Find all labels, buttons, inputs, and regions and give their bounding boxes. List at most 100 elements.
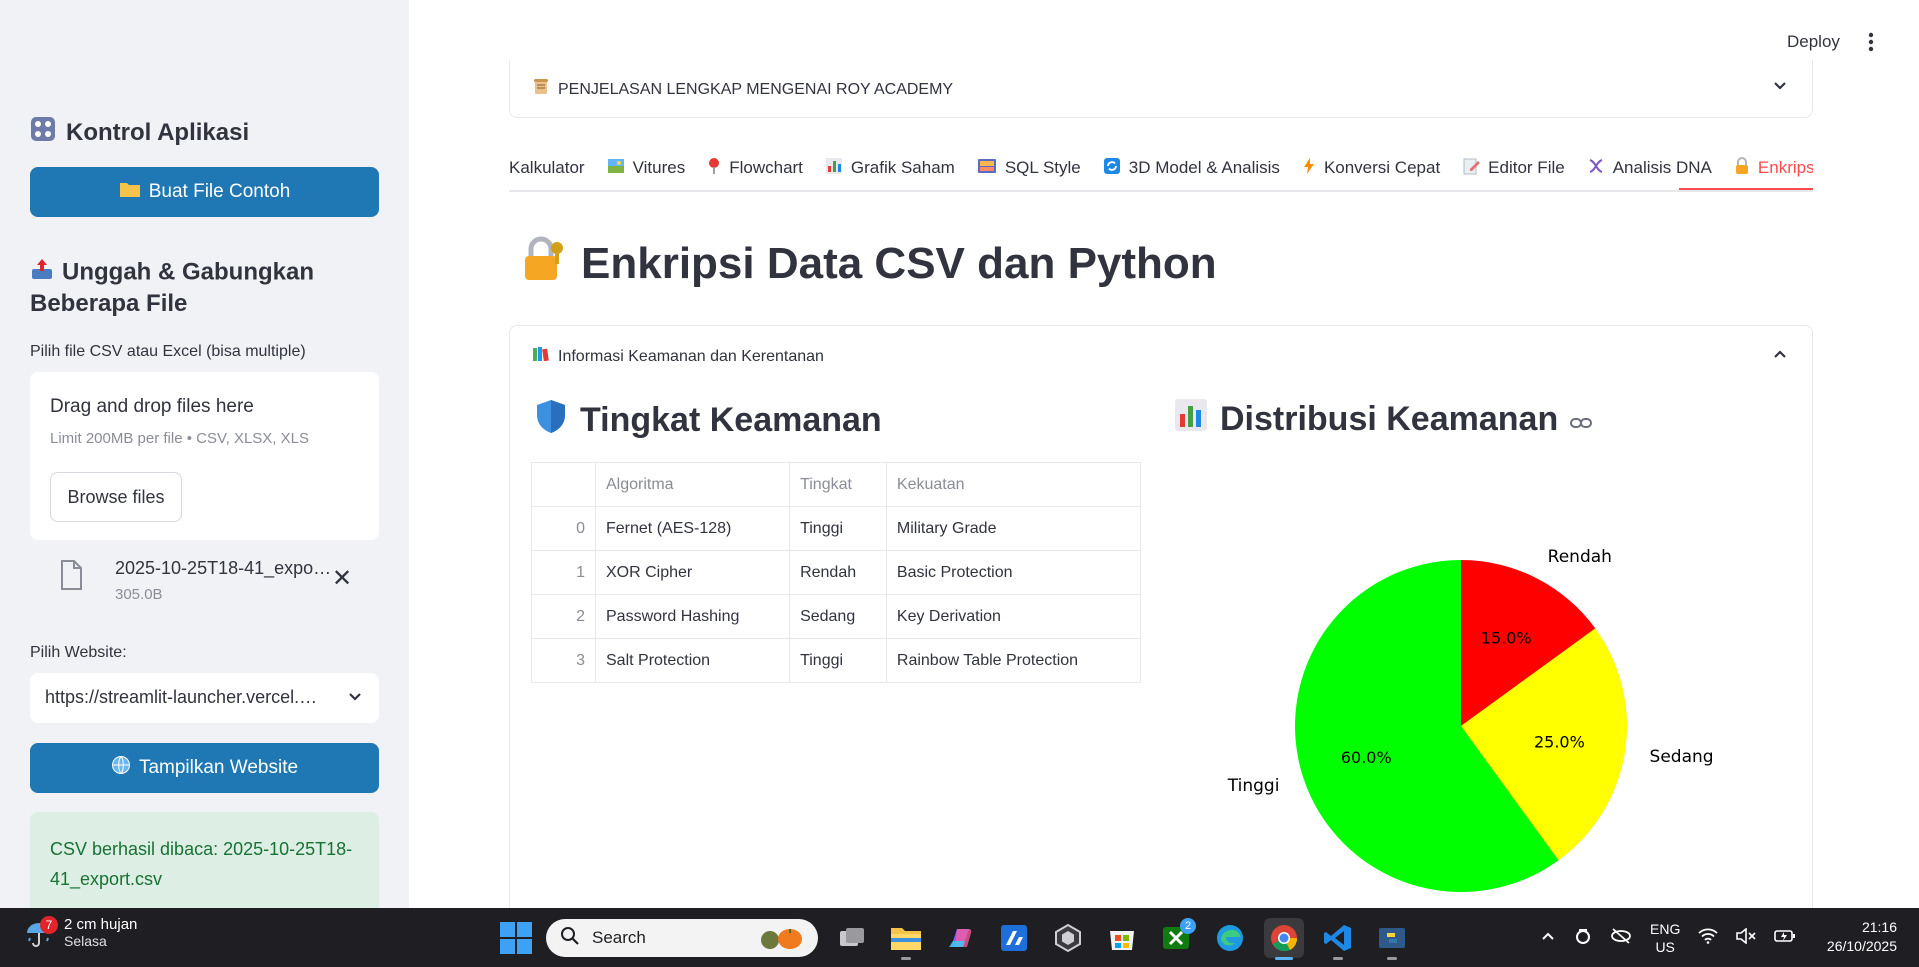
tab-label: Vitures bbox=[632, 158, 686, 177]
table-header-tingkat: Tingkat bbox=[789, 462, 887, 507]
tab-label: Konversi Cepat bbox=[1323, 158, 1441, 177]
edge-icon[interactable] bbox=[1210, 918, 1250, 958]
task-view-icon[interactable] bbox=[832, 918, 872, 958]
language-bottom: US bbox=[1655, 939, 1675, 955]
create-sample-label: Buat File Contoh bbox=[148, 181, 291, 202]
system-clock[interactable]: 21:16 26/10/2025 bbox=[1827, 918, 1897, 956]
python-icon[interactable] bbox=[1372, 918, 1412, 960]
distribution-heading-text: Distribusi Keamanan bbox=[1220, 400, 1559, 438]
security-info-expander: Informasi Keamanan dan Kerentanan Tingka… bbox=[509, 325, 1813, 908]
table-row: 2 Password Hashing Sedang Key Derivation bbox=[531, 594, 1142, 639]
tab-sql-style[interactable]: SQL Style bbox=[977, 154, 1081, 182]
tab-editor-file[interactable]: Editor File bbox=[1462, 154, 1565, 182]
chevron-up-icon[interactable] bbox=[1772, 346, 1788, 362]
table-cell: Password Hashing bbox=[594, 594, 791, 639]
scroll-icon bbox=[532, 78, 550, 101]
active-tab-underline bbox=[1679, 188, 1813, 190]
show-website-button[interactable]: Tampilkan Website bbox=[30, 743, 379, 793]
weather-widget[interactable]: 7 2 cm hujan Selasa bbox=[24, 915, 137, 949]
website-select-value: https://streamlit-launcher.vercel.app bbox=[45, 687, 325, 707]
table-cell: Key Derivation bbox=[885, 594, 1142, 639]
tab-label: Editor File bbox=[1488, 158, 1565, 177]
table-cell: Fernet (AES-128) bbox=[594, 506, 791, 551]
security-info-expander-header[interactable]: Informasi Keamanan dan Kerentanan bbox=[532, 346, 824, 367]
microsoft-store-icon[interactable] bbox=[1102, 918, 1142, 958]
clock-time: 21:16 bbox=[1861, 919, 1897, 935]
pie-pct-label: 15.0% bbox=[1481, 628, 1532, 647]
dropzone-limit: Limit 200MB per file • CSV, XLSX, XLS bbox=[50, 430, 309, 447]
link-icon[interactable] bbox=[1570, 400, 1593, 439]
upload-heading-line1: Unggah & Gabungkan bbox=[62, 258, 314, 286]
bar-chart-icon bbox=[825, 157, 843, 180]
table-cell: Salt Protection bbox=[594, 638, 791, 683]
table-cell: Military Grade bbox=[885, 506, 1142, 551]
roy-academy-expander[interactable]: PENJELASAN LENGKAP MENGENAI ROY ACADEMY bbox=[509, 60, 1813, 118]
copilot-icon[interactable] bbox=[940, 918, 980, 958]
tab-list: Kalkulator Vitures Flowchart Grafik Saham SQ… bbox=[509, 154, 1813, 182]
taskbar-apps: Search 2 bbox=[500, 918, 1412, 960]
unity-hub-icon[interactable] bbox=[1048, 918, 1088, 958]
running-indicator bbox=[1275, 957, 1293, 960]
chevron-down-icon bbox=[347, 689, 363, 705]
sidebar: Kontrol Aplikasi Buat File Contoh Unggah… bbox=[0, 0, 409, 908]
page-title-text: Enkripsi Data CSV dan Python bbox=[581, 238, 1217, 288]
wifi-icon[interactable] bbox=[1698, 928, 1718, 949]
pie-category-label: Rendah bbox=[1548, 547, 1612, 567]
table-row: 1 XOR Cipher Rendah Basic Protection bbox=[531, 550, 1142, 595]
azure-data-studio-icon[interactable] bbox=[994, 918, 1034, 958]
create-sample-button[interactable]: Buat File Contoh bbox=[30, 167, 379, 217]
memo-icon bbox=[1462, 157, 1481, 180]
tab-3d-model-analisis[interactable]: 3D Model & Analisis bbox=[1103, 154, 1280, 182]
table-header-index bbox=[531, 462, 596, 507]
chrome-icon[interactable] bbox=[1264, 918, 1304, 960]
website-select[interactable]: https://streamlit-launcher.vercel.app bbox=[30, 673, 379, 723]
clock-date: 26/10/2025 bbox=[1826, 938, 1897, 954]
table-row: 3 Salt Protection Tinggi Rainbow Table P… bbox=[531, 638, 1142, 683]
table-header-row: Algoritma Tingkat Kekuatan bbox=[531, 462, 1142, 507]
language-top: ENG bbox=[1650, 921, 1681, 937]
taskbar-search[interactable]: Search bbox=[546, 919, 818, 957]
control-heading: Kontrol Aplikasi bbox=[30, 116, 249, 150]
file-dropzone[interactable]: Drag and drop files here Limit 200MB per… bbox=[30, 372, 379, 540]
lock-with-key-icon bbox=[517, 234, 565, 293]
tab-konversi-cepat[interactable]: Konversi Cepat bbox=[1302, 154, 1440, 182]
show-website-label: Tampilkan Website bbox=[138, 757, 299, 778]
chevron-down-icon bbox=[1772, 78, 1788, 94]
volume-muted-icon[interactable] bbox=[1736, 926, 1756, 949]
table-cell: Rainbow Table Protection bbox=[885, 638, 1142, 683]
tab-bar: Kalkulator Vitures Flowchart Grafik Saham SQ… bbox=[509, 146, 1813, 192]
table-cell-index: 3 bbox=[531, 638, 596, 683]
tab-enkripsi-data[interactable]: Enkripsi Data bbox=[1734, 154, 1813, 182]
sync-icon[interactable] bbox=[1574, 927, 1592, 950]
books-icon bbox=[532, 346, 550, 367]
file-explorer-icon[interactable] bbox=[886, 918, 926, 960]
remove-file-close-icon[interactable]: ✕ bbox=[332, 564, 352, 593]
windows-start-icon[interactable] bbox=[500, 922, 532, 954]
tab-kalkulator[interactable]: Kalkulator bbox=[509, 154, 585, 182]
tab-flowchart[interactable]: Flowchart bbox=[707, 154, 803, 182]
search-icon bbox=[560, 926, 580, 951]
security-level-table[interactable]: Algoritma Tingkat Kekuatan 0 Fernet (AES… bbox=[531, 462, 1142, 683]
file-icon bbox=[60, 560, 82, 590]
hidden-eye-icon[interactable] bbox=[1610, 927, 1632, 950]
weather-day: Selasa bbox=[64, 933, 107, 949]
umbrella-icon: 7 bbox=[24, 915, 58, 948]
deploy-button[interactable]: Deploy bbox=[1787, 32, 1840, 52]
tab-grafik-saham[interactable]: Grafik Saham bbox=[825, 154, 955, 182]
tab-analisis-dna[interactable]: Analisis DNA bbox=[1587, 154, 1712, 182]
browse-files-button[interactable]: Browse files bbox=[50, 472, 182, 522]
page-title: Enkripsi Data CSV dan Python bbox=[517, 234, 1217, 293]
language-indicator[interactable]: ENG US bbox=[1650, 920, 1680, 956]
table-row: 0 Fernet (AES-128) Tinggi Military Grade bbox=[531, 506, 1142, 551]
website-label: Pilih Website: bbox=[30, 644, 127, 661]
uploaded-file-name: 2025-10-25T18-41_export.csv bbox=[115, 558, 335, 578]
main-menu-kebab-icon[interactable] bbox=[1868, 32, 1874, 52]
vscode-icon[interactable] bbox=[1318, 918, 1358, 960]
xbox-icon[interactable]: 2 bbox=[1156, 918, 1196, 958]
table-cell: XOR Cipher bbox=[594, 550, 791, 595]
battery-charging-icon[interactable] bbox=[1774, 929, 1796, 948]
chevron-up-icon[interactable] bbox=[1540, 928, 1556, 949]
outbox-tray-icon bbox=[30, 257, 54, 289]
tab-vitures[interactable]: Vitures bbox=[607, 154, 686, 182]
lock-icon bbox=[1734, 156, 1750, 180]
